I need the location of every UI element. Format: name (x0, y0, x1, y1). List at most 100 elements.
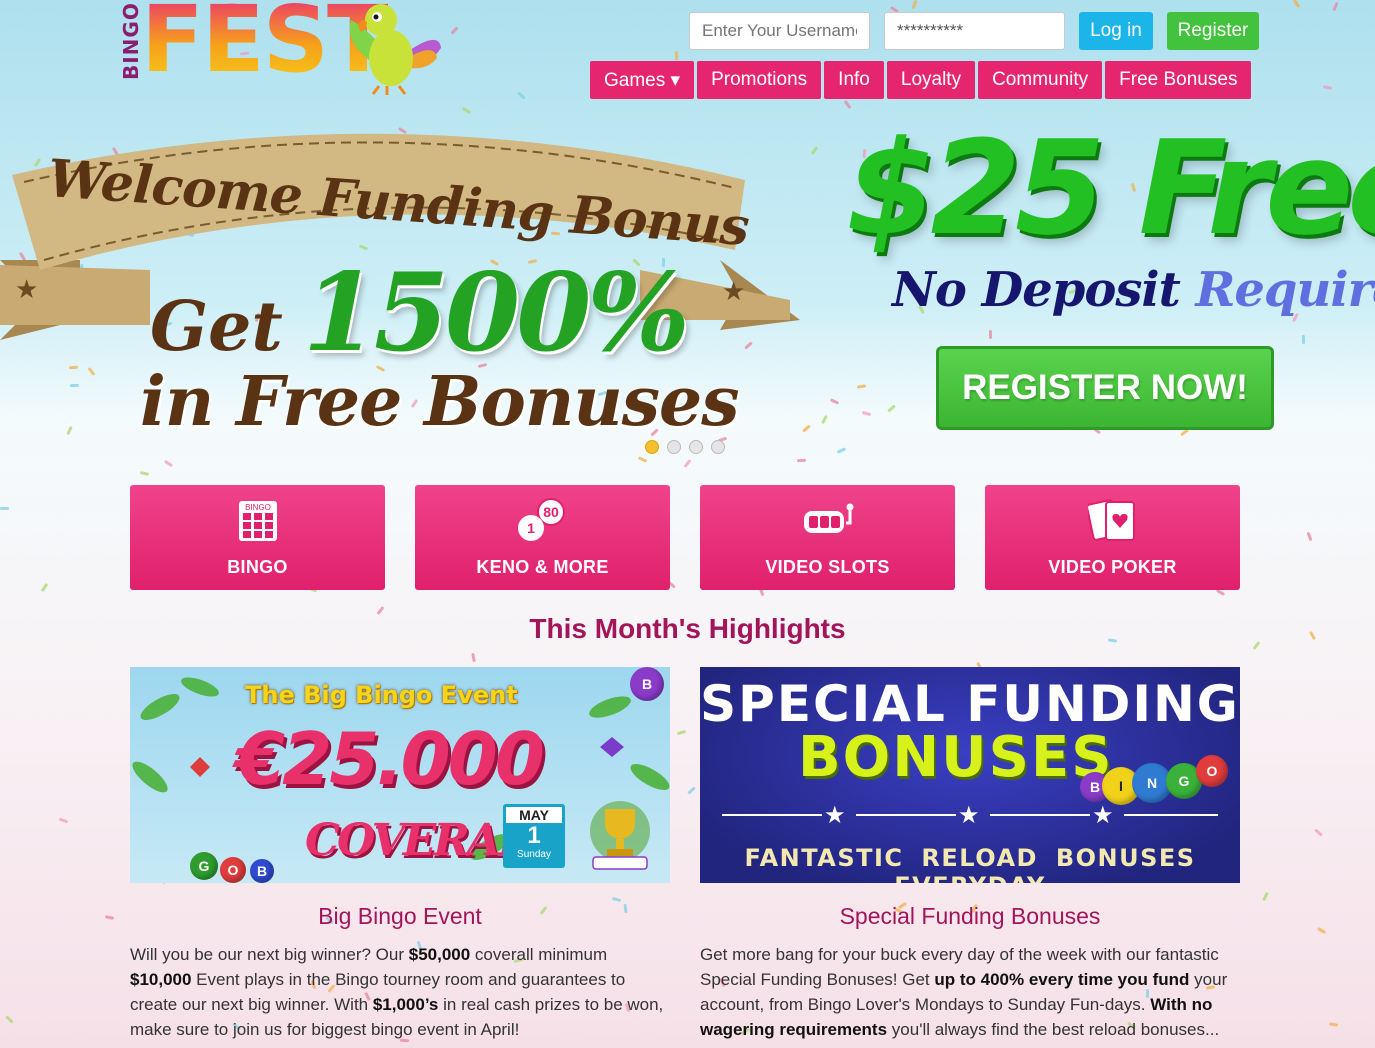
tile-label: BINGO (227, 557, 288, 577)
nav-promotions[interactable]: Promotions (697, 61, 822, 99)
confetti-piece (58, 817, 68, 824)
highlight-description: Will you be our next big winner? Our $50… (130, 945, 664, 1039)
confetti-piece (796, 458, 806, 462)
required-text: Required (1195, 262, 1375, 318)
tile-video-slots[interactable]: VIDEO SLOTS (700, 485, 955, 590)
calendar-weekday: Sunday (517, 849, 551, 860)
highlight-description: Get more bang for your buck every day of… (700, 945, 1228, 1039)
tile-video-poker[interactable]: VIDEO POKER (985, 485, 1240, 590)
banner-title: The Big Bingo Event (245, 681, 518, 709)
confetti-piece (801, 424, 811, 433)
site-logo[interactable]: BINGO FEST (117, 0, 447, 100)
bingo-ball-icon: B (250, 859, 274, 883)
confetti-piece (911, 0, 918, 10)
banner-line3: FANTASTIC RELOAD BONUSES EVERYDAY (744, 844, 1196, 883)
tile-label: VIDEO POKER (1048, 557, 1177, 577)
confetti-piece (1215, 589, 1226, 597)
confetti-piece (687, 786, 696, 795)
confetti-piece (1316, 927, 1326, 935)
highlights-heading: This Month's Highlights (529, 613, 846, 644)
tile-label: VIDEO SLOTS (765, 557, 890, 577)
confetti-piece (836, 446, 846, 454)
login-button[interactable]: Log in (1079, 12, 1153, 50)
confetti-piece (861, 411, 871, 417)
highlight-heading[interactable]: Big Bingo Event (130, 903, 670, 930)
confetti-piece (637, 456, 648, 464)
svg-text:★: ★ (722, 276, 745, 306)
get-word: Get (150, 287, 283, 367)
confetti-piece (1301, 334, 1306, 344)
bingo-ball-icon: O (1196, 755, 1228, 787)
bingo-ball-icon: B (630, 667, 664, 701)
bingo-ball-icon: G (190, 852, 218, 880)
calendar-day: 1 (527, 822, 541, 849)
svg-text:BINGO: BINGO (245, 503, 271, 512)
svg-text:1: 1 (527, 520, 535, 536)
highlight-heading[interactable]: Special Funding Bonuses (700, 903, 1240, 930)
special-funding-banner-image[interactable]: SPECIAL FUNDING BONUSES B I N G O ★ ★ ★ … (700, 667, 1240, 883)
confetti-piece (821, 414, 828, 424)
parrot-mascot-icon (349, 4, 441, 95)
carousel-dot-2[interactable] (667, 440, 681, 454)
confetti-piece (471, 652, 477, 662)
banner-line2: BONUSES (798, 725, 1114, 790)
confetti-piece (5, 1014, 14, 1024)
tile-keno[interactable]: 80 1 KENO & MORE (415, 485, 670, 590)
confetti-piece (829, 397, 840, 405)
confetti-piece (1332, 2, 1340, 12)
confetti-piece (857, 384, 867, 390)
divider-line (722, 814, 822, 816)
nav-info[interactable]: Info (824, 61, 884, 99)
password-input[interactable] (884, 12, 1065, 50)
confetti-piece (0, 506, 10, 510)
nav-community[interactable]: Community (978, 61, 1103, 99)
nav-free-bonuses[interactable]: Free Bonuses (1105, 61, 1252, 99)
confetti-piece (988, 329, 992, 339)
star-icon: ★ (1092, 802, 1114, 829)
divider-line (990, 814, 1090, 816)
no-deposit-text: No Deposit (892, 262, 1181, 318)
banner-amount: €25.000 (235, 717, 545, 801)
carousel-dot-4[interactable] (711, 440, 725, 454)
confetti-piece (517, 91, 526, 100)
carousel-dot-3[interactable] (689, 440, 703, 454)
confetti-piece (164, 459, 174, 468)
confetti-piece (1328, 1022, 1339, 1027)
svg-text:★: ★ (15, 274, 38, 304)
confetti-piece (887, 404, 897, 413)
star-icon: ★ (958, 802, 980, 829)
confetti-piece (40, 583, 49, 593)
confetti-piece (1261, 891, 1269, 902)
register-now-button[interactable]: REGISTER NOW! (936, 346, 1274, 430)
bingo-ball-icon: O (220, 857, 246, 883)
confetti-piece (843, 100, 851, 110)
nav-loyalty[interactable]: Loyalty (886, 61, 976, 99)
confetti-piece (1292, 0, 1301, 8)
main-nav: Games ▾ Promotions Info Loyalty Communit… (590, 61, 1252, 99)
free-amount-headline: $25 Free (846, 112, 1375, 264)
username-input[interactable] (689, 12, 870, 50)
divider-line (856, 814, 956, 816)
confetti-piece (810, 146, 819, 156)
slot-machine-icon (803, 503, 853, 533)
highlight-special-funding: SPECIAL FUNDING BONUSES B I N G O ★ ★ ★ … (700, 667, 1240, 1042)
nav-games[interactable]: Games ▾ (590, 61, 695, 99)
playing-cards-icon (1087, 499, 1135, 541)
register-button[interactable]: Register (1167, 12, 1259, 50)
big-bingo-banner-image[interactable]: B G O B The Big Bingo Event €25.000 COVE… (130, 667, 670, 883)
carousel-dots (645, 440, 725, 454)
confetti-piece (104, 915, 115, 921)
trophy-icon (590, 801, 650, 870)
confetti-piece (462, 106, 472, 115)
confetti-piece (676, 729, 687, 736)
tile-bingo[interactable]: BINGO BINGO (130, 485, 385, 590)
free-bonuses-line: in Free Bonuses (140, 362, 740, 442)
logo-bingo-wordmark: BINGO (119, 2, 143, 80)
confetti-piece (1313, 828, 1323, 837)
bonus-percent: 1500% (302, 250, 690, 376)
confetti-piece (1306, 531, 1313, 542)
star-icon: ★ (824, 802, 846, 829)
calendar-month: MAY (506, 807, 562, 823)
carousel-dot-1[interactable] (645, 440, 659, 454)
bingo-card-icon: BINGO (238, 501, 277, 541)
